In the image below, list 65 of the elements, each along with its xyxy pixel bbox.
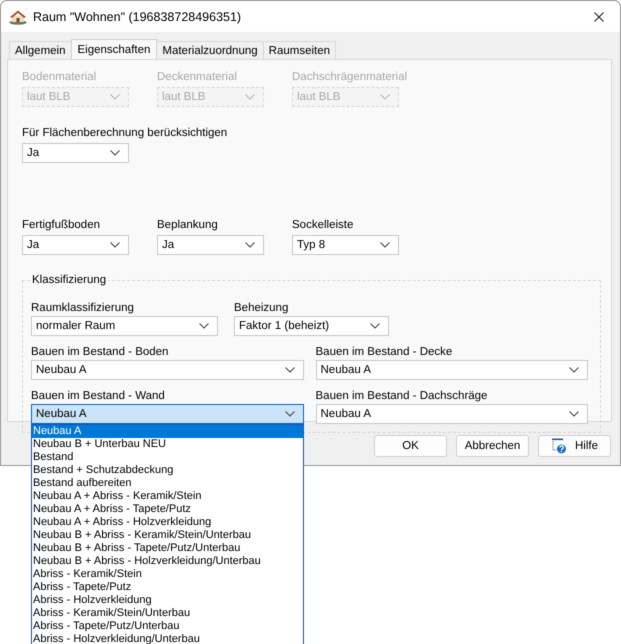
chevron-icon [370, 323, 380, 329]
chevron-icon [569, 411, 579, 417]
tab[interactable]: Materialzuordnung [156, 41, 264, 59]
close-icon [594, 12, 604, 22]
dropdown-option[interactable]: Neubau B + Unterbau NEU [32, 438, 302, 451]
field-label: Bauen im Bestand - Wand [31, 389, 166, 403]
dropdown-field[interactable]: Neubau A [31, 360, 304, 380]
dialog-button[interactable]: Abbrechen [456, 435, 529, 457]
dropdown-option[interactable]: Abriss - Tapete/Putz [32, 581, 302, 594]
dropdown-field[interactable]: normaler Raum [31, 316, 218, 336]
field-label: Bauen im Bestand - Dachschräge [316, 389, 488, 403]
chevron-icon [284, 367, 294, 373]
dropdown-option[interactable]: Abriss - Keramik/Stein/Unterbau [32, 607, 302, 620]
group-title: Klassifizierung [30, 273, 108, 287]
field-label: Bodenmaterial [22, 70, 98, 84]
tab[interactable]: Raumseiten [262, 41, 336, 59]
chevron-icon [569, 367, 579, 373]
chevron-icon [110, 94, 120, 100]
field-label: Beplankung [157, 218, 219, 232]
chevron-icon [110, 150, 120, 156]
chevron-icon [380, 242, 390, 248]
field-label: Für Flächenberechnung berücksichtigen [22, 126, 228, 140]
dropdown-option[interactable]: Neubau B + Abriss - Tapete/Putz/Unterbau [32, 542, 302, 555]
dropdown-option[interactable]: Abriss - Holzverkleidung/Unterbau [32, 633, 302, 644]
field-label: Dachschrägenmaterial [292, 70, 408, 84]
chevron-icon [110, 242, 120, 248]
chevron-icon [199, 323, 209, 329]
dropdown-option[interactable]: Neubau A + Abriss - Tapete/Putz [32, 503, 302, 516]
dropdown-option[interactable]: Bestand aufbereiten [32, 477, 302, 490]
dropdown-field[interactable]: Faktor 1 (beheizt) [234, 316, 389, 336]
window-title: Raum "Wohnen" (196838728496351) [33, 10, 242, 24]
dropdown-option[interactable]: Neubau A + Abriss - Keramik/Stein [32, 490, 302, 503]
dropdown-option[interactable]: Bestand [32, 451, 302, 464]
chevron-icon [284, 411, 294, 417]
dialog-button[interactable]: OK [374, 435, 447, 457]
dropdown-field[interactable]: Ja [22, 143, 129, 163]
field-label: Bauen im Bestand - Decke [316, 345, 454, 359]
dropdown-option[interactable]: Abriss - Tapete/Putz/Unterbau [32, 620, 302, 633]
dropdown-field[interactable]: Neubau A [316, 360, 588, 380]
dropdown-field[interactable]: Ja [157, 235, 264, 255]
dropdown-option[interactable]: Abriss - Holzverkleidung [32, 594, 302, 607]
field-label: Fertigfußboden [22, 218, 101, 232]
tab[interactable]: Eigenschaften [70, 39, 158, 59]
dropdown-option[interactable]: Neubau B + Abriss - Holzverkleidung/Unterbau [32, 555, 302, 568]
house-icon [9, 8, 27, 24]
field-label: Raumklassifizierung [31, 301, 135, 315]
dropdown-field[interactable]: Neubau A [31, 404, 304, 424]
dropdown-field[interactable]: Ja [22, 235, 129, 255]
chevron-icon [245, 94, 255, 100]
dropdown-field[interactable]: Neubau A [316, 404, 588, 424]
help-button[interactable]: Hilfe [538, 435, 611, 457]
help-icon [550, 438, 567, 454]
field-label: Sockelleiste [292, 218, 354, 232]
dropdown-option[interactable]: Neubau A [32, 425, 302, 438]
dropdown-option[interactable]: Bestand + Schutzabdeckung [32, 464, 302, 477]
dropdown-option[interactable]: Neubau B + Abriss - Keramik/Stein/Unterbau [32, 529, 302, 542]
chevron-icon [245, 242, 255, 248]
field-label: Bauen im Bestand - Boden [31, 345, 170, 359]
field-label: Beheizung [234, 301, 290, 315]
tab[interactable]: Allgemein [9, 41, 72, 59]
dropdown-field[interactable]: Typ 8 [292, 235, 399, 255]
dropdown-option[interactable]: Abriss - Keramik/Stein [32, 568, 302, 581]
field-label: Deckenmaterial [157, 70, 238, 84]
chevron-icon [380, 94, 390, 100]
dropdown-option[interactable]: Neubau A + Abriss - Holzverkleidung [32, 516, 302, 529]
